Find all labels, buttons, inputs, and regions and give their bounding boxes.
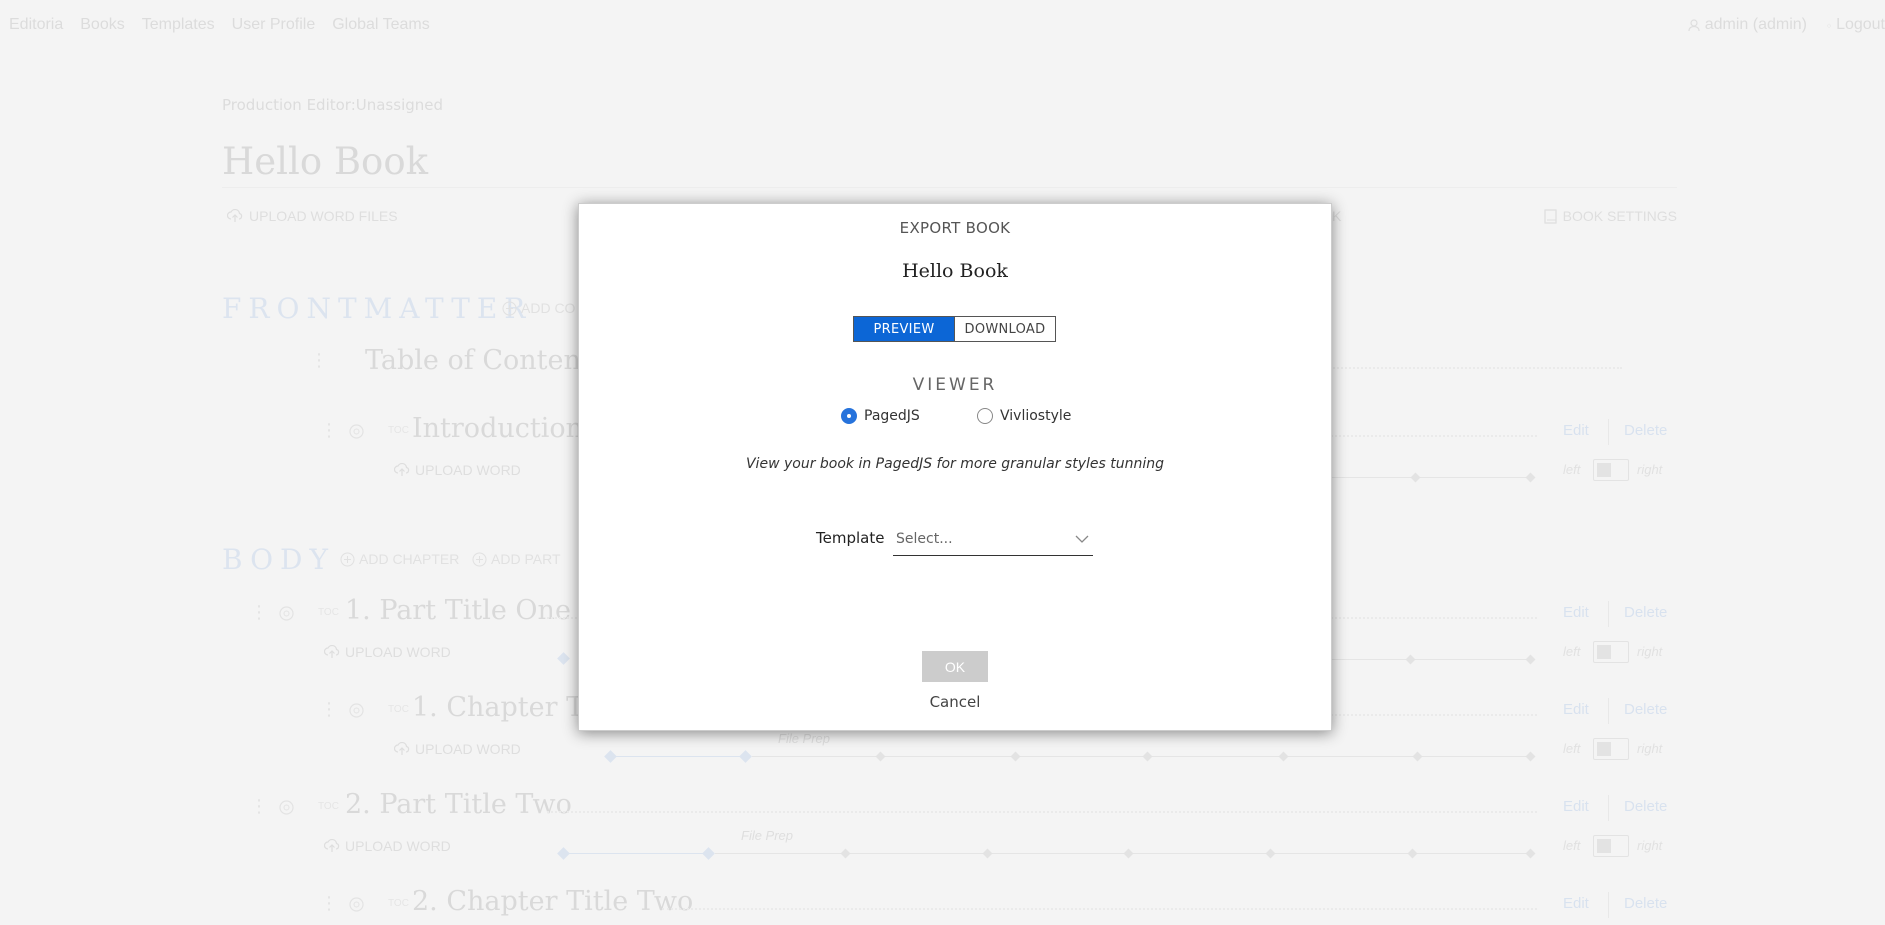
ok-button[interactable]: OK	[922, 651, 988, 682]
modal-header: EXPORT BOOK	[899, 219, 1011, 237]
radio-checked-icon[interactable]	[841, 408, 857, 424]
export-mode-tabs: PREVIEW DOWNLOAD	[853, 316, 1056, 342]
viewer-description: View your book in PagedJS for more granu…	[745, 456, 1164, 472]
modal-book-title: Hello Book	[902, 260, 1008, 282]
viewer-label: VIEWER	[912, 375, 998, 395]
export-book-modal: EXPORT BOOK Hello Book PREVIEW DOWNLOAD …	[578, 203, 1332, 731]
tab-preview[interactable]: PREVIEW	[854, 317, 954, 341]
template-select[interactable]: Select...	[893, 522, 1093, 556]
viewer-option-pagedjs[interactable]: PagedJS	[841, 408, 920, 424]
radio-unchecked-icon[interactable]	[977, 408, 993, 424]
template-label: Template	[816, 529, 885, 547]
tab-download[interactable]: DOWNLOAD	[954, 317, 1055, 341]
chevron-down-icon	[1075, 535, 1089, 543]
viewer-option-label: Vivliostyle	[1000, 408, 1072, 424]
template-select-placeholder: Select...	[896, 530, 953, 547]
viewer-option-vivliostyle[interactable]: Vivliostyle	[977, 408, 1071, 424]
viewer-option-label: PagedJS	[864, 408, 920, 424]
cancel-button[interactable]: Cancel	[579, 693, 1331, 711]
